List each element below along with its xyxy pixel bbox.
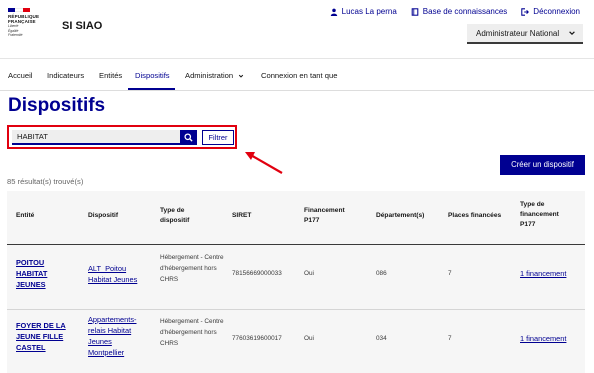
row-type: Hébergement - Centre d'hébergement hors … — [160, 254, 224, 283]
nav-item-connexion[interactable]: Connexion en tant que — [261, 71, 337, 80]
header-divider — [7, 244, 585, 245]
row-financement: Oui — [304, 270, 314, 277]
row-departement: 086 — [376, 270, 387, 277]
role-select[interactable]: Administrateur National — [467, 24, 583, 44]
active-tab-indicator — [128, 88, 175, 90]
annotation-arrow — [245, 152, 283, 174]
nav-item-administration[interactable]: Administration — [185, 71, 244, 80]
column-header: Département(s) — [376, 212, 425, 219]
logout-icon — [521, 7, 530, 16]
column-header: Places financées — [448, 212, 502, 219]
row-places: 7 — [448, 335, 452, 342]
row-divider — [7, 309, 585, 310]
book-icon — [411, 7, 419, 16]
chevron-down-icon — [239, 74, 244, 78]
top-links: Lucas La perna Base de connaissances Déc… — [330, 7, 580, 16]
row-entite-link[interactable]: FOYER DE LA JEUNE FILLE CASTEL — [16, 320, 74, 353]
column-header: Dispositif — [88, 212, 119, 219]
nav-item-entites[interactable]: Entités — [99, 71, 122, 80]
logout-label: Déconnexion — [533, 7, 580, 16]
logout-link[interactable]: Déconnexion — [521, 7, 580, 16]
user-icon — [330, 8, 337, 16]
nav-item-administration-label: Administration — [185, 71, 234, 80]
create-dispositif-button[interactable]: Créer un dispositif — [500, 155, 585, 175]
search-input[interactable]: HABITAT — [12, 130, 180, 145]
nav-item-dispositifs[interactable]: Dispositifs — [135, 71, 170, 80]
row-places: 7 — [448, 270, 452, 277]
logo-motto: Fraternité — [8, 33, 23, 38]
column-header: Type de financement P177 — [520, 201, 559, 228]
role-select-value: Administrateur National — [476, 28, 560, 38]
dispositifs-table: Entité Dispositif Type de dispositif SIR… — [7, 191, 585, 373]
user-link-label: Lucas La perna — [341, 7, 397, 16]
results-count: 85 résultat(s) trouvé(s) — [7, 177, 84, 186]
nav-item-indicateurs[interactable]: Indicateurs — [47, 71, 84, 80]
column-header: SIRET — [232, 212, 252, 219]
row-dispositif-link[interactable]: ALT_Poitou Habitat Jeunes — [88, 263, 150, 285]
page-title: Dispositifs — [8, 95, 106, 116]
nav-item-accueil[interactable]: Accueil — [8, 71, 32, 80]
header: RÉPUBLIQUE FRANÇAISE Liberté Égalité Fra… — [0, 0, 594, 58]
knowledge-base-label: Base de connaissances — [422, 7, 508, 16]
knowledge-base-link[interactable]: Base de connaissances — [411, 7, 508, 16]
filter-button[interactable]: Filtrer — [202, 130, 234, 145]
column-header: Financement P177 — [304, 207, 345, 224]
search-highlight-box: HABITAT Filtrer — [7, 125, 237, 149]
column-header: Type de dispositif — [160, 207, 190, 224]
row-dispositif-link[interactable]: Appartements-relais Habitat Jeunes Montp… — [88, 314, 150, 358]
row-type-financement-link[interactable]: 1 financement — [520, 268, 566, 279]
row-departement: 034 — [376, 335, 387, 342]
row-siret: 78156669000033 — [232, 270, 282, 277]
column-header: Entité — [16, 212, 35, 219]
main-nav: Accueil Indicateurs Entités Dispositifs … — [0, 58, 594, 91]
row-type: Hébergement - Centre d'hébergement hors … — [160, 318, 224, 347]
republique-francaise-logo[interactable]: RÉPUBLIQUE FRANÇAISE Liberté Égalité Fra… — [8, 8, 48, 38]
app-name[interactable]: SI SIAO — [62, 20, 102, 32]
row-entite-link[interactable]: POITOU HABITAT JEUNES — [16, 257, 64, 290]
user-link[interactable]: Lucas La perna — [330, 7, 397, 16]
row-type-financement-link[interactable]: 1 financement — [520, 333, 566, 344]
search-button[interactable] — [180, 130, 197, 145]
row-financement: Oui — [304, 335, 314, 342]
search-icon — [184, 133, 193, 142]
flag-icon — [8, 8, 30, 12]
row-siret: 77603619600017 — [232, 335, 282, 342]
chevron-down-icon — [569, 31, 575, 36]
